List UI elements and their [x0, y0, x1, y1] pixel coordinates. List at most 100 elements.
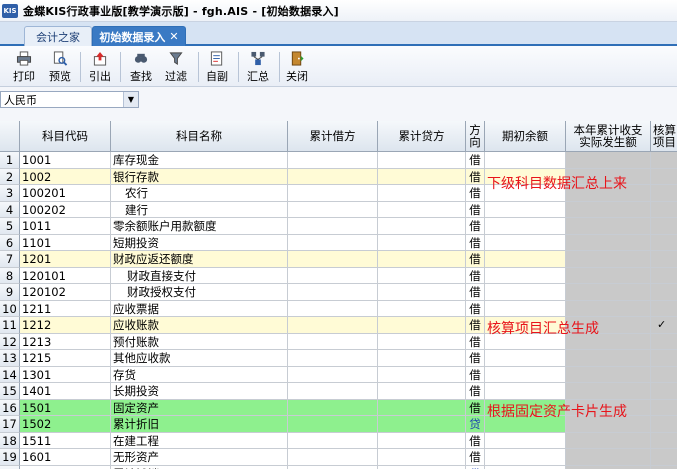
cell-credit[interactable] [378, 251, 466, 268]
cell-code[interactable]: 1212 [20, 317, 111, 334]
cell-code[interactable]: 1301 [20, 366, 111, 383]
cell-debit[interactable] [288, 383, 378, 400]
cell-name[interactable]: 累计折旧 [111, 416, 288, 433]
cell-debit[interactable] [288, 465, 378, 469]
cell-name[interactable]: 财政应返还额度 [111, 251, 288, 268]
tab-initial-data-entry[interactable]: 初始数据录入 ✕ [92, 26, 186, 46]
cell-credit[interactable] [378, 465, 466, 469]
cell-direction[interactable]: 借 [466, 168, 485, 185]
cell-annual-actual[interactable] [566, 284, 651, 301]
cell-name[interactable]: 农行 [111, 185, 288, 202]
cell-opening-balance[interactable] [485, 267, 566, 284]
cell-aux-item[interactable] [651, 251, 677, 268]
cell-annual-actual[interactable] [566, 300, 651, 317]
cell-annual-actual[interactable] [566, 267, 651, 284]
cell-opening-balance[interactable] [485, 251, 566, 268]
cell-name[interactable]: 预付账款 [111, 333, 288, 350]
cell-aux-item[interactable] [651, 218, 677, 235]
cell-code[interactable]: 1011 [20, 218, 111, 235]
cell-aux-item[interactable] [651, 300, 677, 317]
cell-name[interactable]: 长期投资 [111, 383, 288, 400]
cell-debit[interactable] [288, 168, 378, 185]
cell-credit[interactable] [378, 432, 466, 449]
cell-aux-item[interactable] [651, 267, 677, 284]
cell-name[interactable]: 无形资产 [111, 449, 288, 466]
cell-annual-actual[interactable] [566, 366, 651, 383]
cell-debit[interactable] [288, 234, 378, 251]
column-header-debit[interactable]: 累计借方 [288, 121, 378, 152]
cell-aux-item[interactable] [651, 366, 677, 383]
cell-opening-balance[interactable] [485, 152, 566, 169]
cell-debit[interactable] [288, 185, 378, 202]
column-header-annual-actual[interactable]: 本年累计收支 实际发生额 [566, 121, 651, 152]
cell-opening-balance[interactable] [485, 366, 566, 383]
cell-direction[interactable]: 借 [466, 383, 485, 400]
cell-name[interactable]: 零余额账户用款额度 [111, 218, 288, 235]
cell-debit[interactable] [288, 300, 378, 317]
cell-name[interactable]: 固定资产 [111, 399, 288, 416]
chevron-down-icon[interactable]: ▼ [123, 92, 138, 107]
cell-name[interactable]: 应收账款 [111, 317, 288, 334]
cell-aux-item[interactable] [651, 449, 677, 466]
cell-direction[interactable]: 借 [466, 267, 485, 284]
currency-select[interactable]: 人民币 ▼ [0, 91, 139, 108]
cell-credit[interactable] [378, 333, 466, 350]
cell-name[interactable]: 库存现金 [111, 152, 288, 169]
cell-credit[interactable] [378, 416, 466, 433]
cell-debit[interactable] [288, 218, 378, 235]
cell-credit[interactable] [378, 218, 466, 235]
cell-direction[interactable]: 借 [466, 366, 485, 383]
cell-code[interactable]: 1101 [20, 234, 111, 251]
cell-debit[interactable] [288, 201, 378, 218]
cell-direction[interactable]: 借 [466, 284, 485, 301]
cell-debit[interactable] [288, 267, 378, 284]
cell-annual-actual[interactable] [566, 218, 651, 235]
cell-annual-actual[interactable] [566, 383, 651, 400]
column-header-direction[interactable]: 方 向 [466, 121, 485, 152]
cell-aux-item[interactable] [651, 465, 677, 469]
cell-aux-item[interactable] [651, 333, 677, 350]
cell-code[interactable]: 120102 [20, 284, 111, 301]
export-button[interactable]: 引出 [84, 49, 116, 84]
cell-credit[interactable] [378, 300, 466, 317]
cell-aux-item[interactable] [651, 416, 677, 433]
cell-code[interactable]: 1213 [20, 333, 111, 350]
cell-credit[interactable] [378, 399, 466, 416]
preview-button[interactable]: 预览 [44, 49, 76, 84]
cell-direction[interactable]: 借 [466, 218, 485, 235]
cell-debit[interactable] [288, 399, 378, 416]
column-header-opening-balance[interactable]: 期初余额 [485, 121, 566, 152]
cell-code[interactable]: 1602 [20, 465, 111, 469]
cell-debit[interactable] [288, 317, 378, 334]
cell-code[interactable]: 1601 [20, 449, 111, 466]
cell-annual-actual[interactable] [566, 465, 651, 469]
cell-credit[interactable] [378, 317, 466, 334]
cell-credit[interactable] [378, 284, 466, 301]
cell-aux-item[interactable] [651, 432, 677, 449]
cell-aux-item[interactable] [651, 152, 677, 169]
filter-button[interactable]: 过滤 [160, 49, 192, 84]
cell-code[interactable]: 100201 [20, 185, 111, 202]
cell-debit[interactable] [288, 350, 378, 367]
cell-code[interactable]: 1201 [20, 251, 111, 268]
cell-credit[interactable] [378, 168, 466, 185]
cell-direction[interactable]: 借 [466, 317, 485, 334]
cell-direction[interactable]: 借 [466, 201, 485, 218]
tab-close-icon[interactable]: ✕ [169, 30, 178, 43]
cell-opening-balance[interactable] [485, 218, 566, 235]
cell-direction[interactable]: 借 [466, 152, 485, 169]
cell-aux-item[interactable]: ✓ [651, 317, 677, 334]
cell-debit[interactable] [288, 152, 378, 169]
cell-aux-item[interactable] [651, 350, 677, 367]
cell-opening-balance[interactable] [485, 234, 566, 251]
cell-code[interactable]: 1501 [20, 399, 111, 416]
cell-debit[interactable] [288, 333, 378, 350]
cell-code[interactable]: 1211 [20, 300, 111, 317]
cell-opening-balance[interactable] [485, 465, 566, 469]
cell-credit[interactable] [378, 383, 466, 400]
auto-button[interactable]: 自副 [201, 49, 233, 84]
cell-direction[interactable]: 借 [466, 350, 485, 367]
cell-aux-item[interactable] [651, 168, 677, 185]
cell-credit[interactable] [378, 267, 466, 284]
cell-debit[interactable] [288, 416, 378, 433]
